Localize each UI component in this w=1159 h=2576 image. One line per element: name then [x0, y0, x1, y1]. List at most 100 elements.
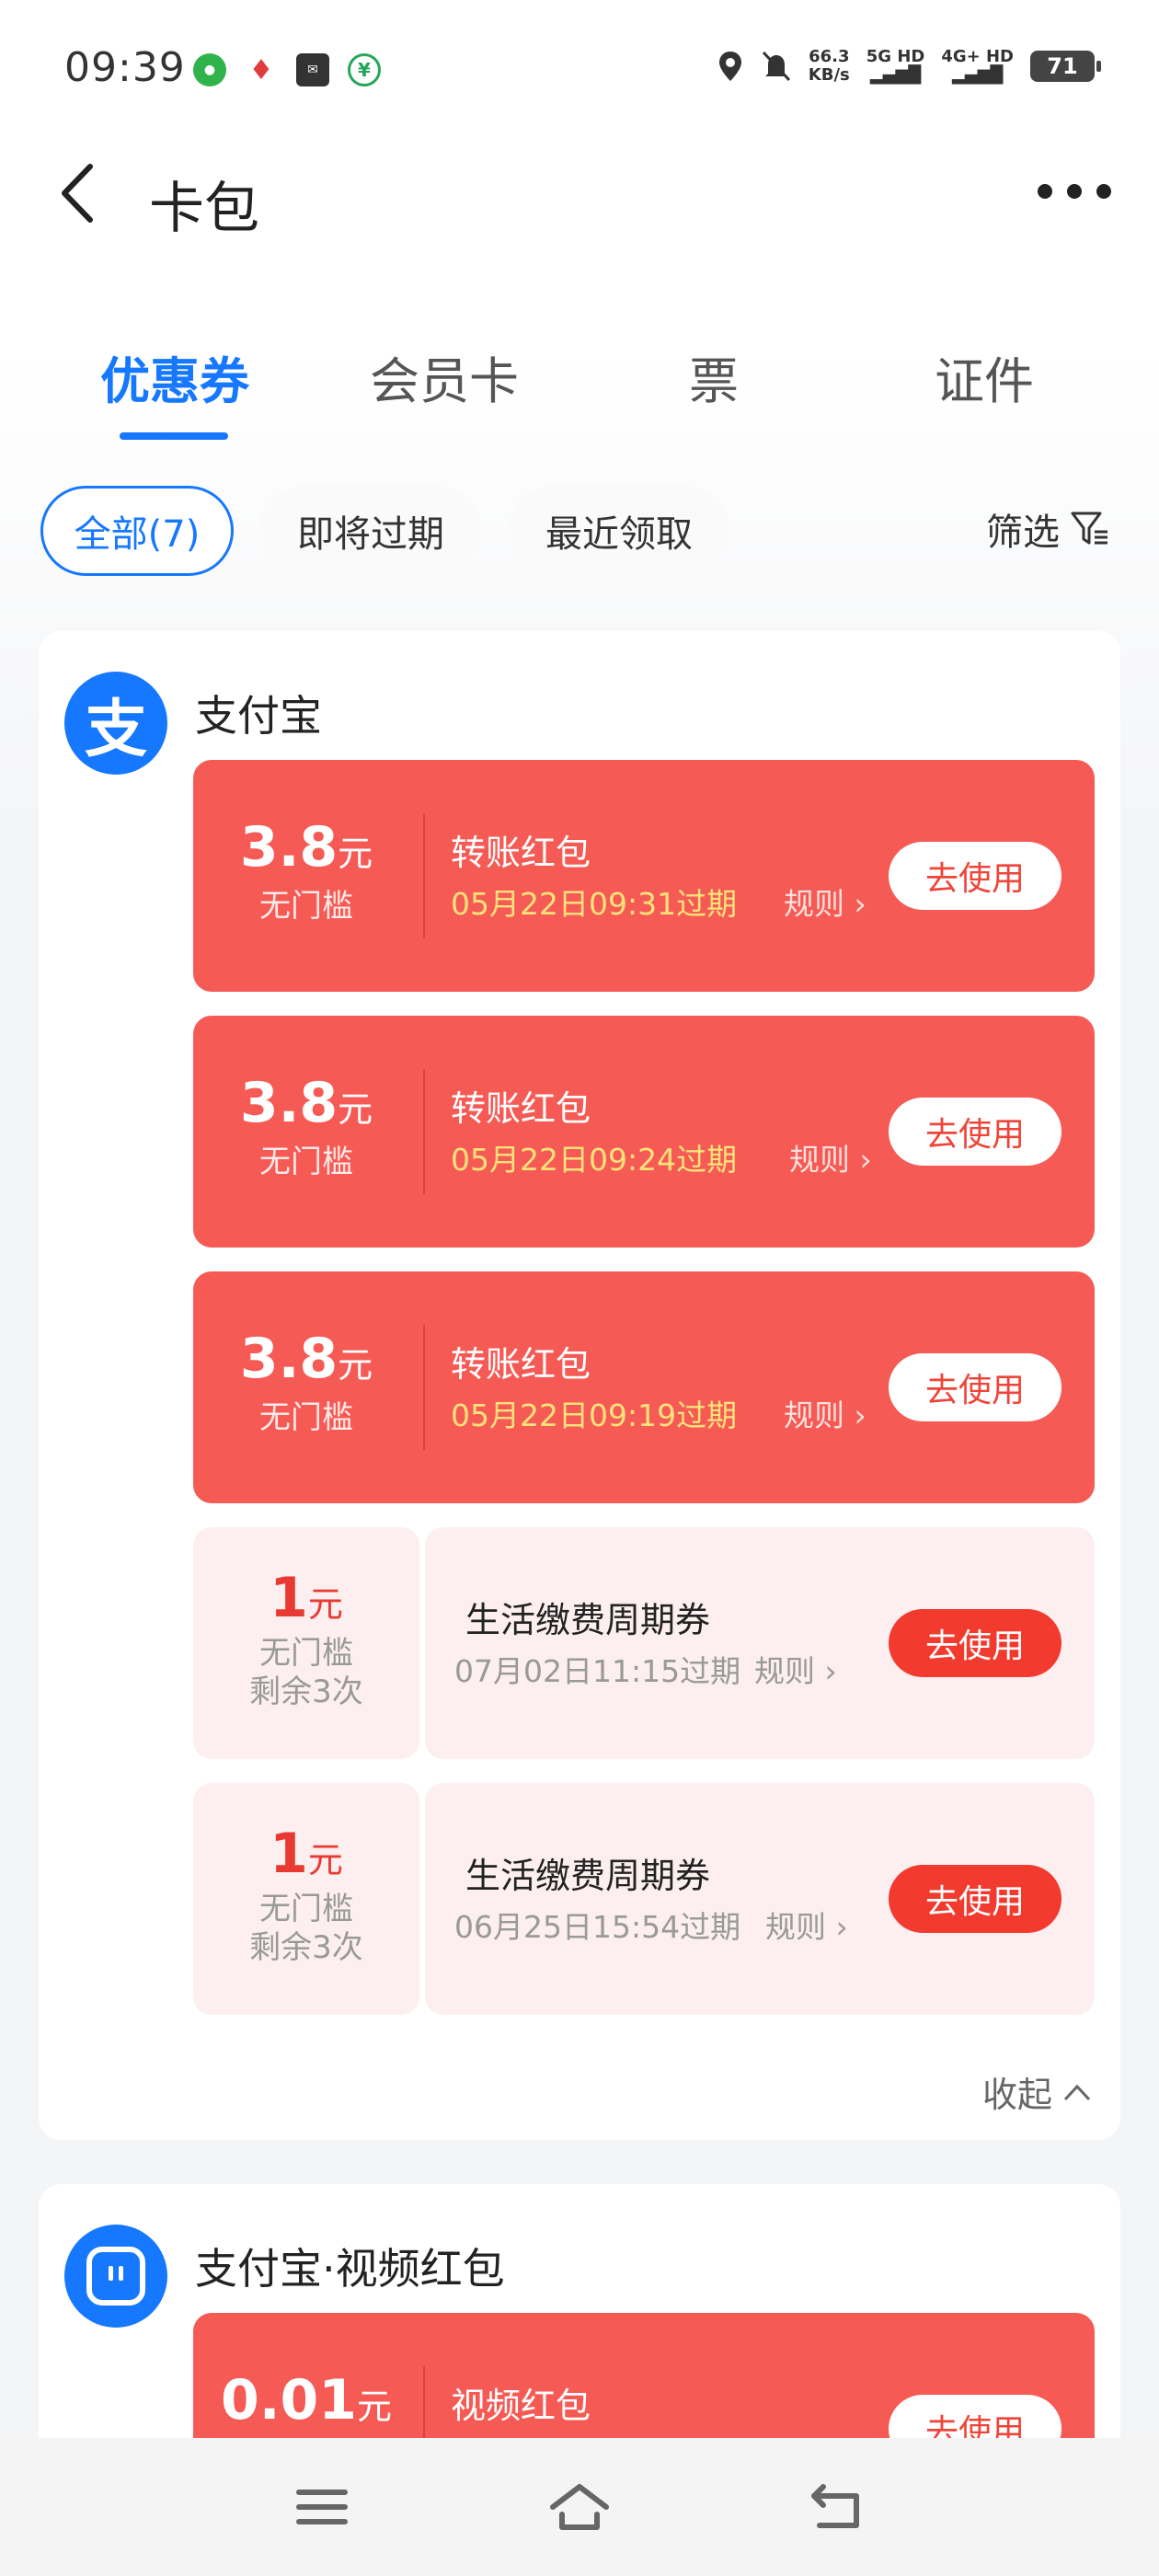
coupon-card[interactable]: 1元 无门槛 剩余3次 生活缴费周期券 07月02日11:15过期 规则 › 去… [193, 1527, 1095, 1759]
coupon-rule-link[interactable]: 规则 › [784, 1391, 866, 1435]
chip-all[interactable]: 全部(7) [40, 486, 234, 576]
filter-funnel-icon [1071, 512, 1107, 545]
sim2-label: 4G+ HD [941, 47, 1014, 66]
coupon-expiry: 07月02日11:15过期 [454, 1653, 741, 1689]
chip-recently-received[interactable]: 最近领取 [508, 486, 730, 576]
alipay-logo-icon: 支 [64, 672, 167, 775]
more-dot-icon [1067, 184, 1082, 199]
chevron-up-icon [1063, 2084, 1091, 2100]
sim1-label: 5G HD [866, 47, 925, 66]
mute-bell-icon [762, 51, 790, 82]
home-nav-button[interactable] [547, 2479, 612, 2535]
tab-bar: 优惠券 会员卡 票 证件 [0, 340, 1159, 442]
amount-unit: 元 [307, 1840, 343, 1880]
use-coupon-button[interactable]: 去使用 [889, 1353, 1061, 1421]
coupon-title: 转账红包 [451, 1088, 591, 1129]
coupon-remaining: 剩余3次 [249, 1673, 363, 1710]
rule-label: 规则 [784, 1397, 844, 1433]
system-nav-bar [0, 2438, 1159, 2576]
coupon-card[interactable]: 3.8元 无门槛 转账红包 05月22日09:31过期 规则 › 去使用 [193, 760, 1095, 992]
coupon-rule-link[interactable]: 规则 › [765, 1903, 848, 1947]
coupon-card[interactable]: 1元 无门槛 剩余3次 生活缴费周期券 06月25日15:54过期 规则 › 去… [193, 1783, 1095, 2015]
rule-label: 规则 [765, 1909, 826, 1945]
coupon-title: 转账红包 [451, 833, 591, 873]
status-time: 09:39 [64, 44, 186, 91]
amount-unit: 元 [357, 2386, 393, 2427]
coupon-rule-link[interactable]: 规则 › [754, 1647, 837, 1691]
status-right: 66.3 KB/s 5G HD ▂▄▆█ 4G+ HD ▂▄▆█ 71 [717, 48, 1101, 85]
chip-expiring-soon[interactable]: 即将过期 [259, 486, 482, 576]
coupon-divider [423, 1069, 425, 1194]
net-speed-value: 66.3 [809, 47, 850, 66]
use-coupon-button[interactable]: 去使用 [889, 1865, 1061, 1933]
nav-bar: 卡包 [0, 147, 1159, 241]
collapse-label: 收起 [981, 2075, 1052, 2115]
coupon-title: 视频红包 [451, 2386, 591, 2426]
rule-label: 规则 [784, 886, 844, 922]
amount-value: 3.8 [239, 815, 339, 880]
coupon-amount: 3.8元 [193, 815, 419, 880]
app-notification-icon: ● [193, 53, 226, 86]
chevron-left-icon [62, 164, 93, 223]
filter-button[interactable]: 筛选 [986, 502, 1111, 556]
coupon-amount: 1元 [193, 1822, 419, 1886]
status-bar: 09:39 ● ♦ ✉ ¥ 66.3 KB/s 5G HD ▂▄▆█ 4G+ H… [0, 0, 1159, 138]
coupon-divider [423, 1325, 425, 1450]
video-red-packet-logo-icon [64, 2225, 167, 2328]
coupon-amount: 3.8元 [193, 1327, 419, 1391]
chevron-right-icon: › [854, 1397, 866, 1433]
use-coupon-button[interactable]: 去使用 [889, 842, 1061, 910]
coupon-card[interactable]: 3.8元 无门槛 转账红包 05月22日09:19过期 规则 › 去使用 [193, 1271, 1095, 1503]
coupon-remaining: 剩余3次 [249, 1929, 363, 1966]
use-coupon-button[interactable]: 去使用 [889, 1098, 1061, 1166]
tab-tickets[interactable]: 票 [594, 340, 833, 413]
signal-bars-icon: ▂▄▆█ [869, 65, 922, 85]
amount-unit: 元 [338, 1345, 373, 1386]
sim2-signal: 4G+ HD ▂▄▆█ [941, 48, 1014, 85]
amount-unit: 元 [338, 1089, 373, 1130]
merchant-group-alipay: 支 支付宝 3.8元 无门槛 转账红包 05月22日09:31过期 规则 › 去… [39, 631, 1120, 2140]
coupon-rule-link[interactable]: 规则 › [784, 880, 866, 924]
coupon-condition: 无门槛 [259, 1635, 353, 1672]
more-button[interactable] [1038, 173, 1111, 210]
coupon-rule-link[interactable]: 规则 › [789, 1135, 872, 1179]
amount-value: 1 [270, 1566, 308, 1630]
amount-value: 1 [270, 1822, 308, 1886]
active-tab-indicator [120, 432, 228, 440]
signal-bars-icon: ▂▄▆█ [951, 65, 1004, 85]
chevron-right-icon: › [854, 886, 866, 922]
menu-nav-button[interactable] [290, 2479, 354, 2535]
tab-membership-cards[interactable]: 会员卡 [325, 340, 564, 413]
coupon-amount: 1元 [193, 1566, 419, 1630]
use-coupon-button[interactable]: 去使用 [889, 1609, 1061, 1677]
amount-value: 0.01 [220, 2368, 358, 2432]
battery-icon: 71 [1030, 51, 1101, 82]
coupon-title: 生活缴费周期券 [465, 1856, 711, 1896]
coupon-card[interactable]: 3.8元 无门槛 转账红包 05月22日09:24过期 规则 › 去使用 [193, 1016, 1095, 1248]
amount-unit: 元 [307, 1584, 343, 1625]
merchant-name: 支付宝·视频红包 [195, 2244, 505, 2294]
coupon-expiry: 05月22日09:19过期 [451, 1397, 738, 1433]
yuan-icon: ¥ [348, 53, 381, 86]
merchant-name: 支付宝 [195, 691, 322, 741]
tab-documents[interactable]: 证件 [865, 340, 1104, 413]
sim1-signal: 5G HD ▂▄▆█ [866, 48, 925, 85]
coupon-divider [423, 813, 425, 938]
back-button[interactable] [53, 161, 109, 225]
collapse-button[interactable]: 收起 [982, 2066, 1093, 2117]
menu-icon [296, 2490, 348, 2524]
amount-value: 3.8 [239, 1071, 339, 1135]
amount-unit: 元 [338, 834, 373, 874]
rule-label: 规则 [789, 1142, 850, 1178]
coupon-condition: 无门槛 [259, 888, 353, 925]
back-nav-button[interactable] [805, 2479, 869, 2535]
net-speed: 66.3 KB/s [809, 48, 850, 85]
coupon-expiry: 06月25日15:54过期 [454, 1909, 741, 1945]
coupon-expiry: 05月22日09:24过期 [451, 1142, 738, 1178]
location-icon [718, 52, 741, 81]
net-speed-unit: KB/s [808, 65, 850, 85]
tab-coupons[interactable]: 优惠券 [55, 340, 294, 413]
more-dot-icon [1096, 184, 1111, 199]
rule-label: 规则 [754, 1653, 815, 1689]
coupon-title: 生活缴费周期券 [465, 1600, 711, 1640]
